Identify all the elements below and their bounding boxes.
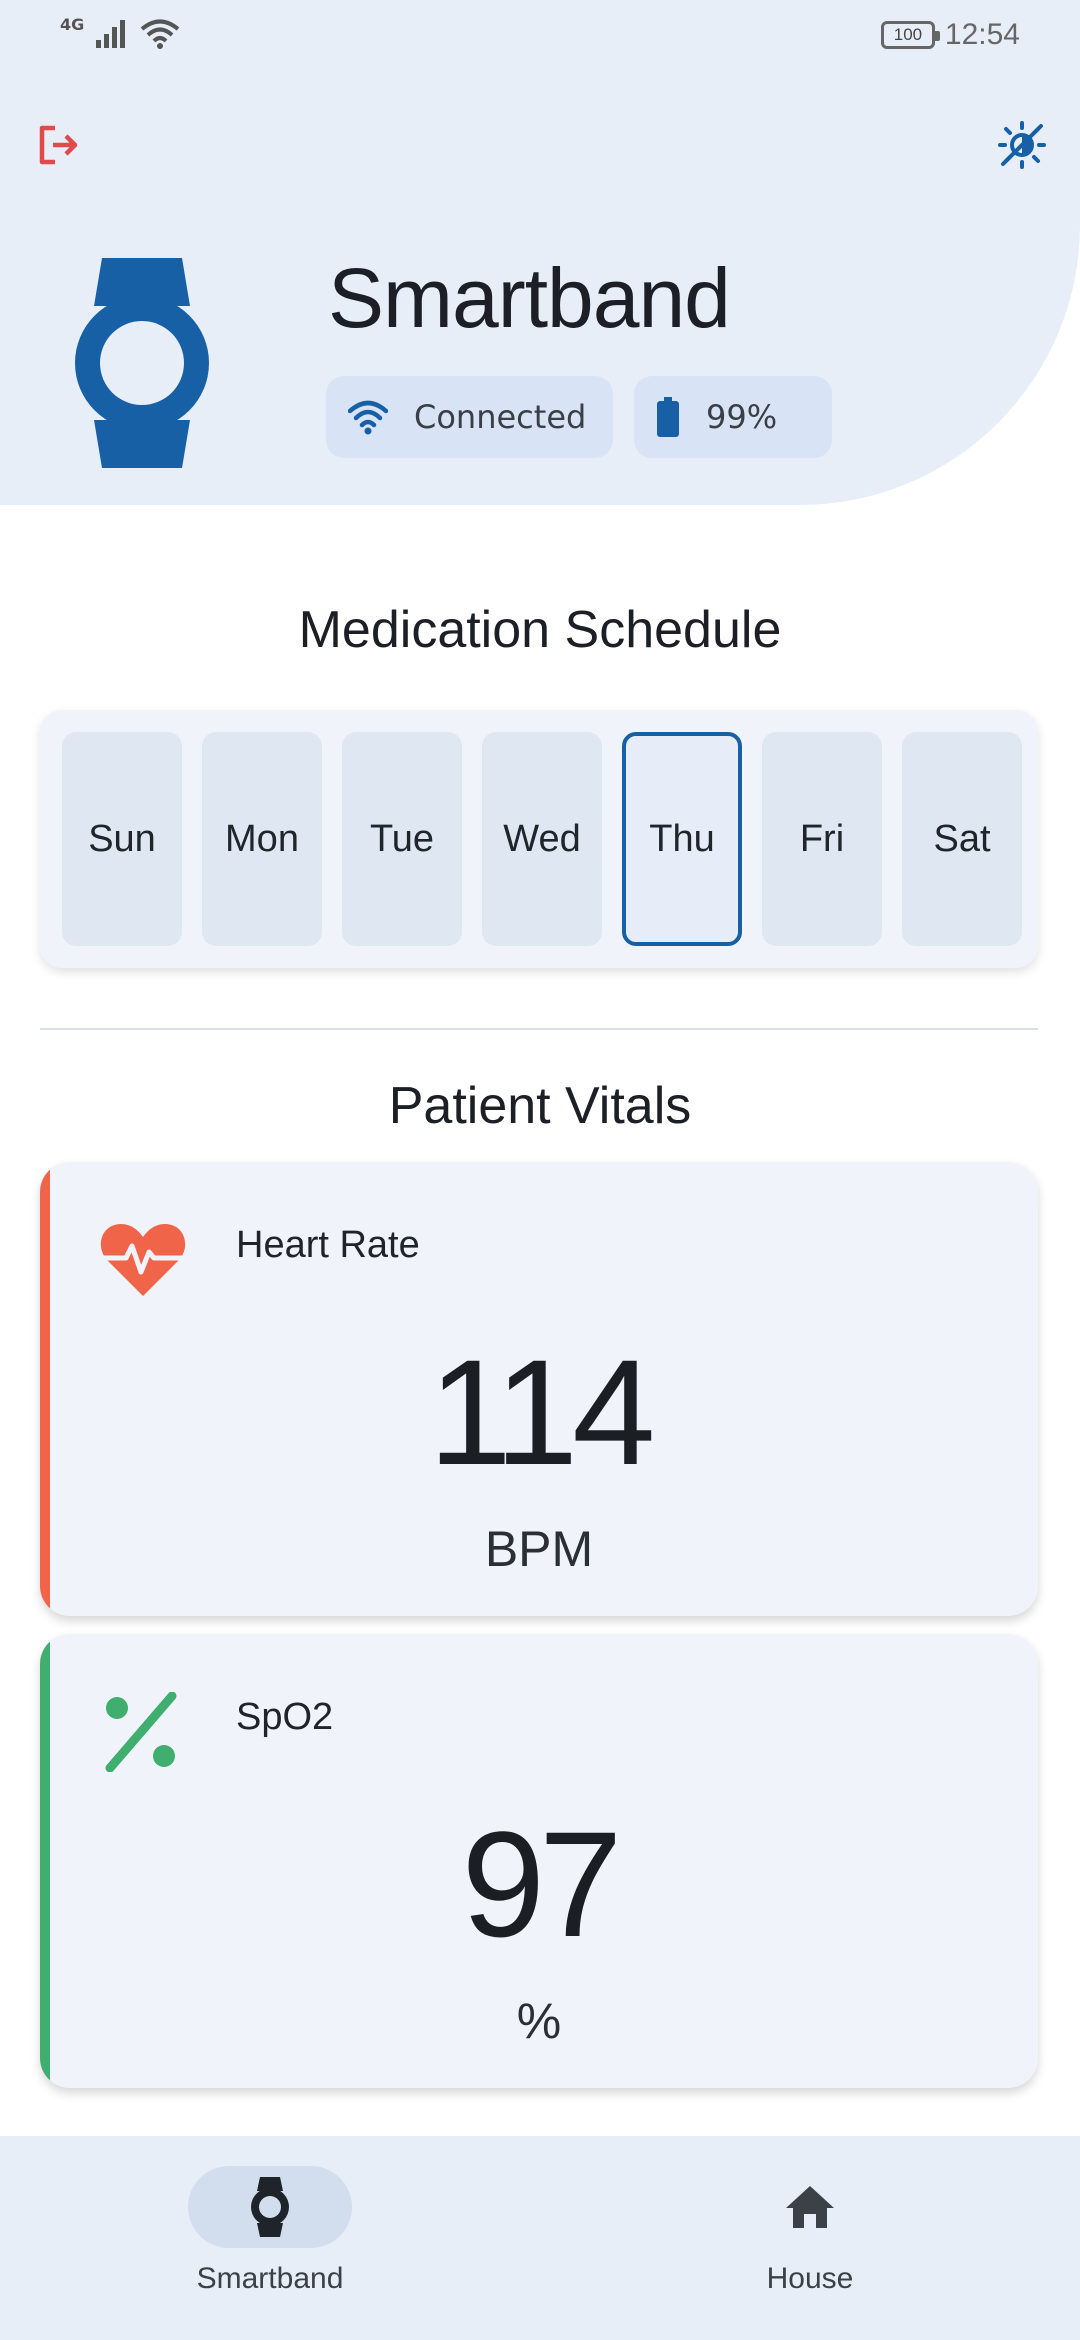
day-wed[interactable]: Wed [482,732,602,946]
spo2-value: 97 [461,1800,623,1968]
connection-status-label: Connected [414,398,587,436]
connection-status-chip: Connected [326,376,613,458]
clock: 12:54 [944,18,1020,51]
logout-button[interactable] [33,120,83,170]
theme-toggle-icon [998,121,1046,169]
section-divider [40,1028,1038,1030]
battery-level-label: 99% [706,398,778,436]
status-bar-left: 4G [60,14,180,50]
heart-rate-icon [98,1220,188,1300]
medication-schedule-title: Medication Schedule [298,601,782,659]
day-selector: Sun Mon Tue Wed Thu Fri Sat [40,710,1038,968]
status-bar: 4G 100 12:54 [0,0,1080,72]
battery-level-chip: 99% [634,376,832,458]
day-mon[interactable]: Mon [202,732,322,946]
status-bar-right: 100 12:54 [880,18,1020,52]
signal-icon [96,20,126,48]
patient-vitals-title: Patient Vitals [388,1077,692,1135]
device-name: Smartband [328,251,731,345]
day-tue[interactable]: Tue [342,732,462,946]
day-thu[interactable]: Thu [622,732,742,946]
battery-full-icon [657,397,679,437]
spo2-unit: % [516,1993,562,2049]
nav-house-indicator [728,2166,892,2248]
heart-rate-label: Heart Rate [236,1224,420,1266]
percent-icon [98,1691,188,1773]
day-sat[interactable]: Sat [902,732,1022,946]
heart-rate-card[interactable]: Heart Rate 114 BPM [40,1162,1038,1616]
bottom-navigation: Smartband House [0,2136,1080,2340]
theme-toggle-button[interactable] [997,120,1047,170]
wifi-icon [348,400,388,435]
heart-rate-unit: BPM [484,1521,594,1577]
nav-house[interactable]: House [660,2166,960,2336]
nav-smartband-label: Smartband [196,2262,344,2295]
battery-icon: 100 [880,21,940,49]
heart-rate-value: 114 [428,1328,655,1496]
nav-smartband-indicator [188,2166,352,2248]
watch-icon [251,2177,289,2237]
day-fri[interactable]: Fri [762,732,882,946]
logout-icon [39,125,78,165]
spo2-label: SpO2 [236,1696,334,1738]
wifi-status-icon [140,19,180,49]
day-sun[interactable]: Sun [62,732,182,946]
house-icon [786,2186,834,2228]
spo2-card[interactable]: SpO2 97 % [40,1634,1038,2088]
smartband-screen: 4G 100 12:54 Smartband Connected 99% Med… [0,0,1080,2340]
nav-smartband[interactable]: Smartband [120,2166,420,2336]
device-watch-icon [72,258,212,468]
network-type: 4G [60,14,85,34]
nav-house-label: House [766,2262,854,2295]
battery-percent: 100 [893,25,923,44]
